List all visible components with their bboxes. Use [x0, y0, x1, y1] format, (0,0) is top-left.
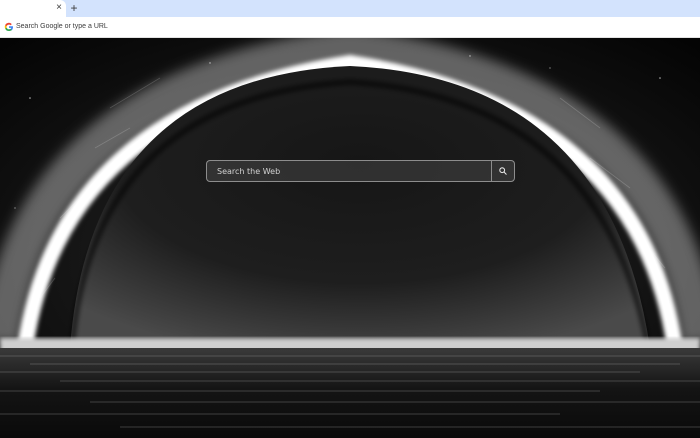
active-tab[interactable]: × — [0, 0, 66, 17]
close-tab-icon[interactable]: × — [54, 2, 64, 14]
omnibox-placeholder: Search Google or type a URL — [16, 23, 108, 30]
search-input[interactable] — [207, 161, 491, 181]
new-tab-button[interactable]: + — [68, 1, 80, 15]
new-tab-page — [0, 38, 700, 438]
web-search-box — [206, 160, 515, 182]
google-g-icon — [4, 22, 13, 32]
background-image — [0, 38, 700, 438]
omnibox[interactable]: Search Google or type a URL — [0, 17, 700, 37]
browser-toolbar: Search Google or type a URL — [0, 17, 700, 38]
tab-strip: × + — [0, 0, 700, 17]
search-button[interactable] — [492, 161, 514, 181]
search-icon — [499, 167, 507, 175]
